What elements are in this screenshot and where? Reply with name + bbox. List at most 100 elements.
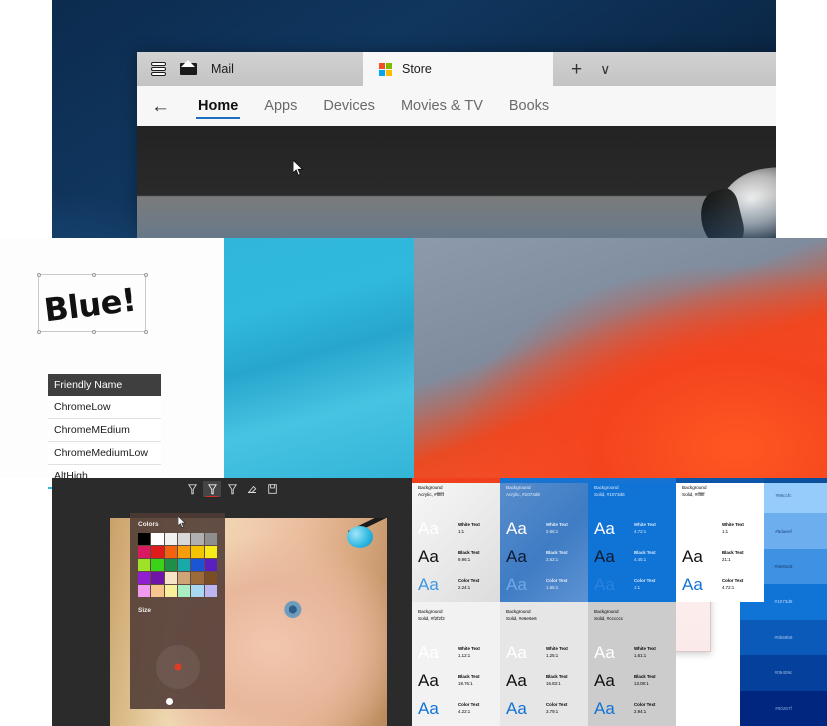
- contrast-meta: White Text 1:1: [722, 521, 744, 535]
- card-bg-line1: Background: [506, 609, 531, 614]
- card-bg-line2: Solid, #e6e6e6: [506, 615, 537, 621]
- row-ratio: 1.12:1: [458, 653, 471, 658]
- table-row[interactable]: ChromeMediumLow: [48, 442, 161, 465]
- photos-color-size-flyout: Colors Size: [130, 513, 225, 709]
- palette-swatch[interactable]: [138, 559, 151, 571]
- palette-swatch[interactable]: [191, 585, 204, 597]
- chevron-down-icon[interactable]: ∨: [600, 62, 610, 76]
- contrast-meta: Black Text 4.45:1: [634, 549, 656, 563]
- row-label: Color Text: [458, 577, 480, 583]
- palette-swatch[interactable]: [204, 546, 217, 558]
- back-icon[interactable]: ←: [151, 97, 185, 116]
- tab-stack-icon[interactable]: [151, 61, 166, 77]
- new-tab-icon[interactable]: +: [571, 60, 582, 79]
- resize-handle[interactable]: [36, 329, 41, 334]
- contrast-meta: Color Text 3.79:1: [546, 701, 567, 715]
- ramp-swatch[interactable]: #0b59b9: [740, 619, 827, 656]
- resize-handle[interactable]: [143, 272, 148, 277]
- resize-handle[interactable]: [143, 329, 148, 334]
- palette-swatch[interactable]: [151, 559, 164, 571]
- palette-swatch[interactable]: [177, 559, 191, 571]
- resize-handle[interactable]: [92, 272, 96, 277]
- text-sample: Aa: [418, 670, 439, 690]
- palette-swatch[interactable]: [204, 533, 217, 545]
- palette-swatch[interactable]: [204, 559, 217, 571]
- row-ratio: 16.83:1: [546, 681, 561, 686]
- contrast-row: Aa White Text 1.12:1: [418, 638, 495, 666]
- tab-store[interactable]: Store: [363, 52, 553, 86]
- ink-selection-group[interactable]: Blue!: [36, 272, 148, 334]
- microsoft-store-icon: [379, 62, 392, 76]
- ramp-swatch[interactable]: #00267f: [740, 690, 827, 726]
- palette-swatch[interactable]: [191, 533, 204, 545]
- pen-icon[interactable]: [223, 481, 241, 497]
- row-ratio: 4.72:1: [722, 585, 735, 590]
- palette-swatch[interactable]: [164, 559, 177, 571]
- palette-swatch[interactable]: [204, 572, 217, 584]
- contrast-card-grid: Background Acrylic, #ffffff Aa White Text…: [412, 478, 827, 726]
- resize-handle[interactable]: [36, 272, 41, 277]
- resize-handle[interactable]: [92, 329, 96, 334]
- contrast-row: Aa Black Text 18.76:1: [418, 666, 495, 694]
- palette-swatch[interactable]: [204, 585, 217, 597]
- palette-swatch[interactable]: [151, 533, 164, 545]
- nav-item-movies-tv[interactable]: Movies & TV: [388, 86, 496, 126]
- row-label: Color Text: [634, 701, 656, 707]
- row-label: White Text: [634, 521, 656, 527]
- nav-item-home[interactable]: Home: [185, 86, 251, 126]
- store-navigation-bar: ← Home Apps Devices Movies & TV Books: [137, 86, 776, 126]
- contrast-row: Aa White Text 1.25:1: [506, 638, 583, 666]
- palette-swatch[interactable]: [191, 546, 204, 558]
- eraser-icon[interactable]: [243, 481, 261, 497]
- palette-swatch[interactable]: [177, 585, 191, 597]
- palette-swatch[interactable]: [177, 533, 191, 545]
- pen-icon[interactable]: [183, 481, 201, 497]
- row-ratio: 13.08:1: [634, 681, 649, 686]
- save-icon[interactable]: [263, 481, 281, 497]
- palette-swatch[interactable]: [138, 533, 151, 545]
- text-sample: Aa: [506, 642, 527, 662]
- palette-swatch[interactable]: [138, 585, 151, 597]
- size-slider-area[interactable]: [138, 619, 217, 715]
- palette-swatch[interactable]: [177, 572, 191, 584]
- card-bg-line2: Solid, #f2f2f2: [418, 615, 445, 621]
- palette-swatch[interactable]: [164, 546, 177, 558]
- contrast-row: Aa Color Text 2.24:1: [418, 570, 495, 598]
- palette-swatch[interactable]: [164, 585, 177, 597]
- card-bg-line1: Background: [682, 485, 707, 490]
- card-rows: Aa White Text 1:1 Aa Black Text 9.96:1 Aa Col…: [418, 514, 495, 598]
- size-slider-knob[interactable]: [166, 698, 173, 705]
- contrast-row: Aa Black Text 21:1: [682, 542, 759, 570]
- row-ratio: 21:1: [722, 557, 731, 562]
- contrast-meta: White Text 4.72:1: [634, 521, 656, 535]
- row-ratio: 1:1: [634, 585, 641, 590]
- table-row[interactable]: ChromeLow: [48, 396, 161, 419]
- palette-swatch[interactable]: [138, 572, 151, 584]
- nav-item-apps[interactable]: Apps: [251, 86, 310, 126]
- nav-item-devices[interactable]: Devices: [310, 86, 388, 126]
- palette-swatch[interactable]: [191, 572, 204, 584]
- palette-swatch[interactable]: [138, 546, 151, 558]
- palette-swatch[interactable]: [191, 559, 204, 571]
- pen-icon-selected[interactable]: [203, 481, 221, 497]
- palette-swatch[interactable]: [151, 572, 164, 584]
- contrast-row: Aa Black Text 16.83:1: [506, 666, 583, 694]
- nav-item-books[interactable]: Books: [496, 86, 562, 126]
- palette-swatch[interactable]: [177, 546, 191, 558]
- contrast-row: Aa Color Text 3.79:1: [506, 694, 583, 722]
- table-row[interactable]: ChromeMEdium: [48, 419, 161, 442]
- palette-swatch[interactable]: [164, 572, 177, 584]
- row-label: Black Text: [634, 673, 656, 679]
- windows-desktop-top: Mail Store + ∨ ← Home Apps Devices Movie…: [52, 0, 776, 238]
- text-sample: Aa: [594, 698, 615, 718]
- palette-swatch[interactable]: [164, 533, 177, 545]
- table-header-friendly-name: Friendly Name: [48, 374, 161, 396]
- contrast-card: Background Solid, #ffffff Aa White Text 1:…: [676, 478, 764, 602]
- tab-mail[interactable]: Mail: [137, 52, 363, 86]
- palette-swatch[interactable]: [151, 585, 164, 597]
- row-ratio: 2.62:1: [546, 557, 559, 562]
- game-controller-image: [708, 156, 776, 238]
- row-ratio: 2.86:1: [546, 529, 559, 534]
- palette-swatch[interactable]: [151, 546, 164, 558]
- ramp-swatch[interactable]: #05409c: [740, 655, 827, 691]
